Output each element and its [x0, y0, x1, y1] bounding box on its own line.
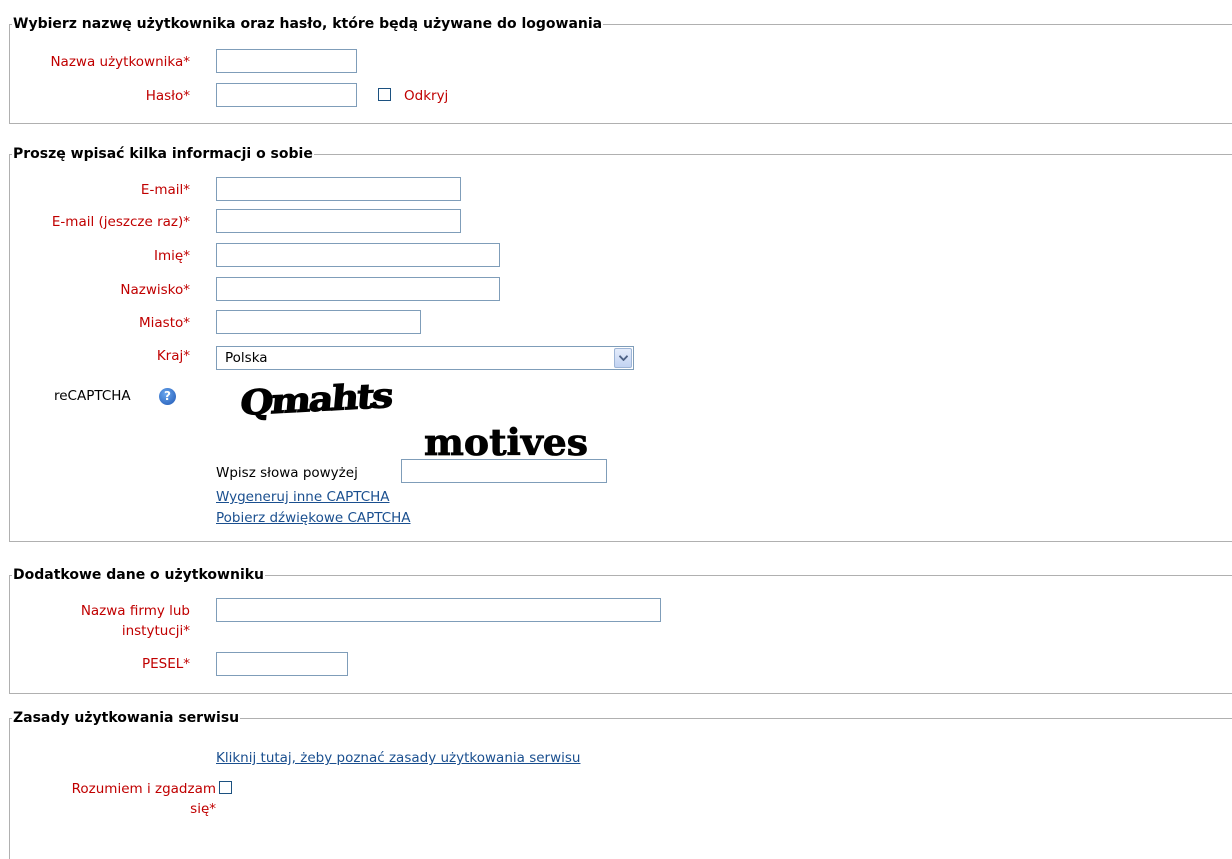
agree-checkbox[interactable] — [219, 781, 232, 794]
password-label: Hasło* — [145, 88, 190, 104]
captcha-clear-word: motives — [424, 422, 588, 463]
reveal-password-checkbox[interactable] — [378, 88, 391, 101]
first-name-label: Imię* — [154, 248, 190, 264]
recaptcha-label: reCAPTCHA — [54, 388, 131, 404]
chevron-down-icon[interactable] — [614, 348, 632, 368]
extra-legend: Dodatkowe dane o użytkowniku — [12, 566, 266, 584]
last-name-input[interactable] — [216, 277, 500, 301]
captcha-new-link[interactable]: Wygeneruj inne CAPTCHA — [216, 488, 390, 506]
login-legend: Wybierz nazwę użytkownika oraz hasło, kt… — [12, 15, 604, 33]
svg-text:Qmahts: Qmahts — [239, 376, 394, 424]
company-label: Nazwa firmy lub instytucji* — [80, 603, 190, 639]
email-label: E-mail* — [140, 182, 190, 198]
captcha-response-input[interactable] — [401, 459, 607, 483]
agree-label: Rozumiem i zgadzam się* — [71, 781, 216, 817]
email-input[interactable] — [216, 177, 461, 201]
help-icon[interactable]: ? — [159, 388, 176, 405]
about-legend: Proszę wpisać kilka informacji o sobie — [12, 145, 314, 163]
city-label: Miasto* — [138, 315, 190, 331]
pesel-input[interactable] — [216, 652, 348, 676]
captcha-image: Qmahts motives — [238, 375, 598, 465]
country-select[interactable]: Polska — [216, 346, 634, 370]
password-input[interactable] — [216, 83, 357, 107]
extra-fieldset: Dodatkowe dane o użytkowniku — [9, 566, 1232, 694]
last-name-label: Nazwisko* — [120, 282, 190, 298]
captcha-audio-link[interactable]: Pobierz dźwiękowe CAPTCHA — [216, 509, 411, 527]
reveal-password-label: Odkryj — [404, 88, 449, 104]
country-label: Kraj* — [156, 348, 190, 364]
country-select-value: Polska — [225, 350, 268, 366]
login-fieldset: Wybierz nazwę użytkownika oraz hasło, kt… — [9, 15, 1232, 124]
terms-legend: Zasady użytkowania serwisu — [12, 709, 241, 727]
terms-link[interactable]: Kliknij tutaj, żeby poznać zasady użytko… — [216, 749, 580, 767]
email-again-input[interactable] — [216, 209, 461, 233]
pesel-label: PESEL* — [141, 656, 190, 672]
username-label: Nazwa użytkownika* — [50, 54, 190, 70]
city-input[interactable] — [216, 310, 421, 334]
company-input[interactable] — [216, 598, 661, 622]
email-again-label: E-mail (jeszcze raz)* — [51, 214, 190, 230]
captcha-distorted-word: Qmahts — [238, 376, 394, 425]
username-input[interactable] — [216, 49, 357, 73]
captcha-prompt-label: Wpisz słowa powyżej — [216, 465, 358, 481]
first-name-input[interactable] — [216, 243, 500, 267]
